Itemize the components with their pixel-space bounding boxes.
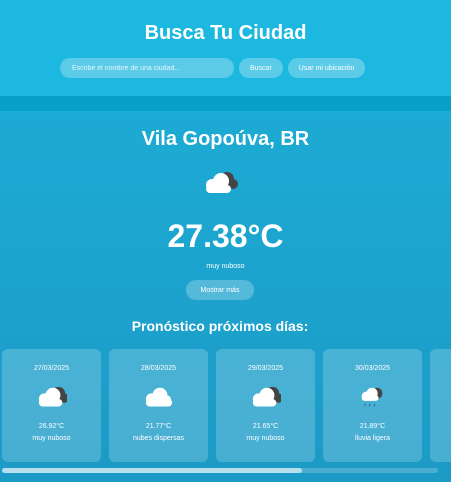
rain-cloud-icon [361, 387, 383, 408]
forecast-card: 27/03/2025 26.92°C muy nuboso [2, 349, 101, 462]
weather-description: muy nuboso [206, 263, 245, 270]
forecast-temperature: 21.77°C [145, 423, 172, 430]
forecast-temperature: 26.92°C [38, 423, 65, 430]
current-weather-panel: Vila Gopoúva, BR 27.38°C muy nuboso Most… [0, 111, 451, 482]
forecast-temperature: 21.89°C [359, 423, 386, 430]
forecast-description: lluvia ligera [354, 435, 391, 442]
forecast-title: Pronóstico próximos días: [131, 318, 309, 334]
page-title: Busca Tu Ciudad [144, 22, 307, 44]
current-temperature: 27.38°C [167, 218, 284, 254]
search-header: Busca Tu Ciudad Buscar Usar mi ubicación [0, 0, 451, 96]
scrollbar-thumb[interactable] [2, 468, 302, 473]
header-divider [0, 96, 451, 111]
broken-clouds-icon [206, 172, 238, 193]
forecast-description: nubes dispersas [133, 435, 184, 442]
forecast-date: 28/03/2025 [140, 365, 177, 372]
forecast-card: 30/03/2025 21.89°C lluvia ligera [323, 349, 422, 462]
forecast-card: 29/03/2025 21.65°C muy nuboso [216, 349, 315, 462]
forecast-temperature: 21.65°C [252, 423, 279, 430]
search-button[interactable]: Buscar [239, 58, 283, 78]
use-location-button[interactable]: Usar mi ubicación [287, 58, 366, 78]
search-bar: Buscar Usar mi ubicación [60, 58, 366, 78]
forecast-card: 28/03/2025 21.77°C nubes dispersas [109, 349, 208, 462]
search-input[interactable] [60, 58, 234, 78]
forecast-description: muy nuboso [246, 435, 285, 442]
forecast-scrollbar[interactable] [2, 468, 438, 473]
city-name: Vila Gopoúva, BR [141, 128, 310, 150]
forecast-date: 29/03/2025 [247, 365, 284, 372]
forecast-cards[interactable]: 27/03/2025 26.92°C muy nuboso 28/03/2025… [2, 349, 451, 463]
forecast-description: muy nuboso [32, 435, 71, 442]
cloud-icon [145, 387, 173, 407]
broken-clouds-icon [252, 387, 281, 407]
show-more-button[interactable]: Mostrar más [186, 280, 254, 300]
forecast-date: 27/03/2025 [33, 365, 70, 372]
forecast-card-partial [430, 349, 451, 462]
forecast-date: 30/03/2025 [354, 365, 391, 372]
broken-clouds-icon [38, 387, 67, 407]
